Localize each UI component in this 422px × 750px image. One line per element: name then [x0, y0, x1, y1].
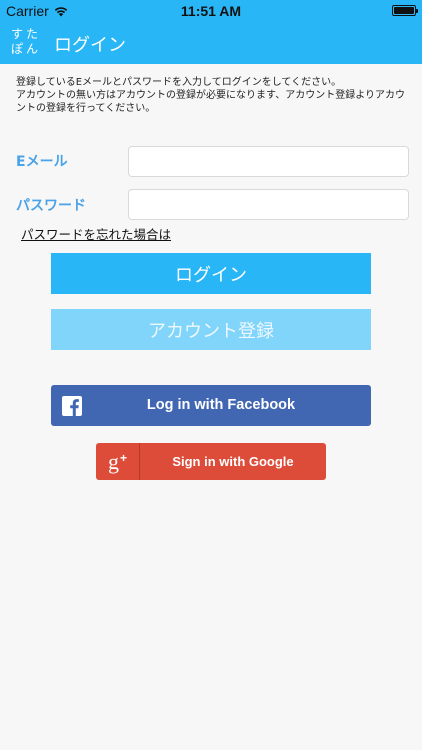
page-title: ログイン	[54, 35, 126, 56]
login-button[interactable]: ログイン	[51, 253, 371, 294]
status-time: 11:51 AM	[180, 3, 242, 19]
instructions-line-1: 登録しているEメールとパスワードを入力してログインをしてください。	[16, 77, 342, 88]
logo-char: ぽ	[10, 42, 23, 56]
google-plus-icon: g +	[96, 443, 140, 480]
battery-icon	[392, 5, 418, 16]
logo-char: た	[25, 27, 38, 41]
password-field[interactable]	[128, 189, 409, 220]
app-logo: す た ぽ ん	[10, 28, 42, 60]
email-label: Eメール	[16, 154, 68, 170]
password-label: パスワード	[16, 198, 86, 214]
register-account-button[interactable]: アカウント登録	[51, 309, 371, 350]
forgot-password-link[interactable]: パスワードを忘れた場合は	[21, 224, 171, 243]
google-signin-button[interactable]: g + Sign in with Google	[96, 443, 326, 480]
logo-char: す	[10, 27, 23, 41]
facebook-login-button[interactable]: Log in with Facebook	[51, 385, 371, 426]
google-button-label: Sign in with Google	[172, 454, 294, 469]
facebook-button-label: Log in with Facebook	[146, 397, 296, 413]
login-instructions: 登録しているEメールとパスワードを入力してログインをしてください。 アカウントの…	[16, 76, 408, 115]
status-bar: Carrier 11:51 AM	[0, 0, 422, 22]
instructions-line-2: アカウントの無い方はアカウントの登録が必要になります、アカウント登録よりアカウン…	[16, 90, 405, 114]
logo-char: ん	[25, 42, 38, 56]
navigation-bar: す た ぽ ん ログイン	[0, 22, 422, 64]
email-field[interactable]	[128, 146, 409, 177]
